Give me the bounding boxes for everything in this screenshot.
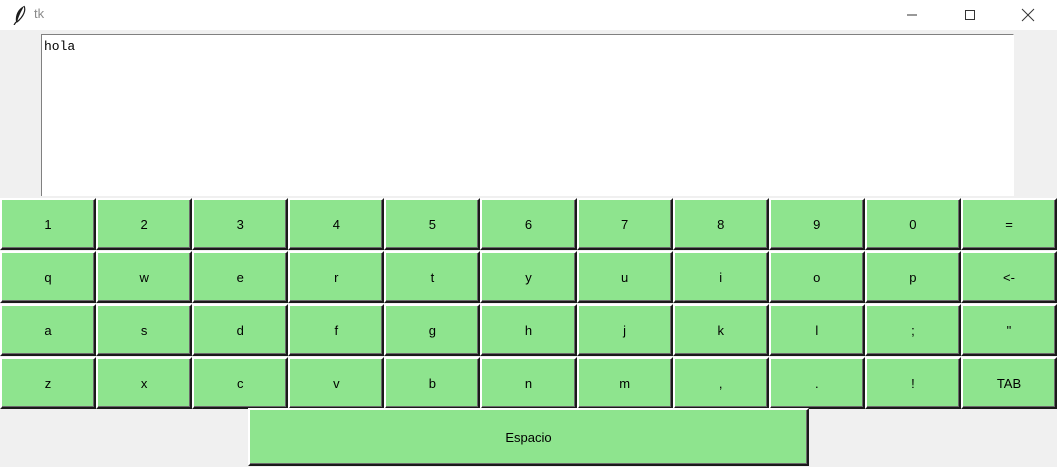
- key-6[interactable]: 6: [480, 198, 577, 250]
- key-q[interactable]: q: [0, 251, 97, 303]
- key-m[interactable]: m: [576, 357, 673, 409]
- key-exclamation[interactable]: !: [864, 357, 961, 409]
- key-d[interactable]: d: [192, 304, 289, 356]
- key-4[interactable]: 4: [288, 198, 385, 250]
- key-a[interactable]: a: [0, 304, 97, 356]
- space-row: Espacio: [248, 408, 809, 466]
- key-backspace[interactable]: <-: [960, 251, 1057, 303]
- key-2[interactable]: 2: [96, 198, 193, 250]
- maximize-icon: [965, 10, 975, 20]
- key-row-top-letters: q w e r t y u i o p <-: [0, 251, 1057, 303]
- key-l[interactable]: l: [768, 304, 865, 356]
- close-button[interactable]: [999, 0, 1057, 30]
- key-x[interactable]: x: [96, 357, 193, 409]
- key-comma[interactable]: ,: [672, 357, 769, 409]
- key-row-bottom-letters: z x c v b n m , . ! TAB: [0, 357, 1057, 409]
- key-8[interactable]: 8: [672, 198, 769, 250]
- key-3[interactable]: 3: [192, 198, 289, 250]
- key-7[interactable]: 7: [576, 198, 673, 250]
- key-g[interactable]: g: [384, 304, 481, 356]
- title-bar: tk: [0, 0, 1057, 30]
- key-p[interactable]: p: [864, 251, 961, 303]
- key-y[interactable]: y: [480, 251, 577, 303]
- key-row-home-letters: a s d f g h j k l ; ": [0, 304, 1057, 356]
- key-j[interactable]: j: [576, 304, 673, 356]
- key-w[interactable]: w: [96, 251, 193, 303]
- key-tab[interactable]: TAB: [960, 357, 1057, 409]
- key-1[interactable]: 1: [0, 198, 97, 250]
- feather-icon: [12, 5, 28, 26]
- key-k[interactable]: k: [672, 304, 769, 356]
- minimize-button[interactable]: [883, 0, 941, 30]
- key-row-numbers: 1 2 3 4 5 6 7 8 9 0 =: [0, 198, 1057, 250]
- on-screen-keyboard: 1 2 3 4 5 6 7 8 9 0 = q w e r t y u i o …: [0, 198, 1057, 410]
- key-v[interactable]: v: [288, 357, 385, 409]
- key-h[interactable]: h: [480, 304, 577, 356]
- maximize-button[interactable]: [941, 0, 999, 30]
- key-equals[interactable]: =: [960, 198, 1057, 250]
- key-z[interactable]: z: [0, 357, 97, 409]
- key-period[interactable]: .: [768, 357, 865, 409]
- key-u[interactable]: u: [576, 251, 673, 303]
- text-area[interactable]: hola: [41, 34, 1014, 196]
- close-icon: [1021, 8, 1035, 22]
- key-semicolon[interactable]: ;: [864, 304, 961, 356]
- key-quote[interactable]: ": [960, 304, 1057, 356]
- key-space[interactable]: Espacio: [248, 408, 809, 466]
- key-0[interactable]: 0: [864, 198, 961, 250]
- key-5[interactable]: 5: [384, 198, 481, 250]
- key-f[interactable]: f: [288, 304, 385, 356]
- key-i[interactable]: i: [672, 251, 769, 303]
- key-9[interactable]: 9: [768, 198, 865, 250]
- key-s[interactable]: s: [96, 304, 193, 356]
- minimize-icon: [907, 14, 917, 16]
- window-title: tk: [34, 6, 45, 21]
- key-b[interactable]: b: [384, 357, 481, 409]
- key-n[interactable]: n: [480, 357, 577, 409]
- app-window: tk hola 1 2 3 4 5 6 7 8 9 0 = q w e r t …: [0, 0, 1057, 467]
- key-t[interactable]: t: [384, 251, 481, 303]
- key-e[interactable]: e: [192, 251, 289, 303]
- key-o[interactable]: o: [768, 251, 865, 303]
- key-c[interactable]: c: [192, 357, 289, 409]
- key-r[interactable]: r: [288, 251, 385, 303]
